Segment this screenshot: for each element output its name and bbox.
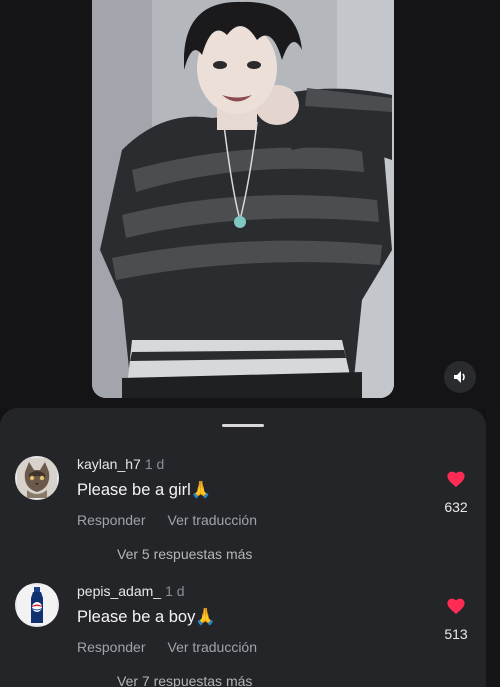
- pepsi-bottle-avatar-icon: [17, 585, 57, 625]
- username-text[interactable]: pepis_adam_: [77, 583, 161, 599]
- like-button[interactable]: 632: [436, 470, 476, 515]
- comment-time: 1 d: [165, 583, 185, 599]
- like-button[interactable]: 513: [436, 597, 476, 642]
- right-edge-strip: [486, 408, 500, 687]
- user-avatar[interactable]: [15, 456, 59, 500]
- comment-username[interactable]: kaylan_h7 1 d: [77, 456, 164, 472]
- video-area: [0, 0, 500, 410]
- heart-icon: [447, 598, 465, 615]
- view-more-replies[interactable]: Ver 7 respuestas más: [117, 673, 252, 687]
- translate-button[interactable]: Ver traducción: [168, 512, 258, 528]
- username-text[interactable]: kaylan_h7: [77, 456, 141, 472]
- reply-button[interactable]: Responder: [77, 639, 146, 655]
- drag-handle[interactable]: [222, 424, 264, 427]
- user-avatar[interactable]: [15, 583, 59, 627]
- comment-time: 1 d: [144, 456, 165, 472]
- comment-text: Please be a girl🙏: [77, 481, 212, 499]
- comments-sheet: kaylan_h7 1 d Please be a girl🙏 Responder…: [0, 408, 486, 687]
- reply-button[interactable]: Responder: [77, 512, 146, 528]
- translate-button[interactable]: Ver traducción: [168, 639, 258, 655]
- comment-item: kaylan_h7 1 d Please be a girl🙏 Responder…: [0, 456, 486, 566]
- comment-username[interactable]: pepis_adam_ 1 d: [77, 583, 185, 599]
- like-count: 513: [444, 626, 468, 642]
- comment-item: pepis_adam_ 1 d Please be a boy🙏 Responde…: [0, 583, 486, 687]
- comment-actions: Responder Ver traducción: [77, 512, 279, 528]
- cat-avatar-icon: [17, 458, 57, 498]
- video-player[interactable]: [92, 0, 394, 398]
- comment-actions: Responder Ver traducción: [77, 639, 279, 655]
- heart-icon: [447, 471, 465, 488]
- like-count: 632: [444, 499, 468, 515]
- video-frame-image: [92, 0, 394, 398]
- comment-text: Please be a boy🙏: [77, 608, 216, 626]
- volume-button[interactable]: [444, 361, 476, 393]
- speaker-icon: [454, 371, 465, 383]
- view-more-replies[interactable]: Ver 5 respuestas más: [117, 546, 252, 562]
